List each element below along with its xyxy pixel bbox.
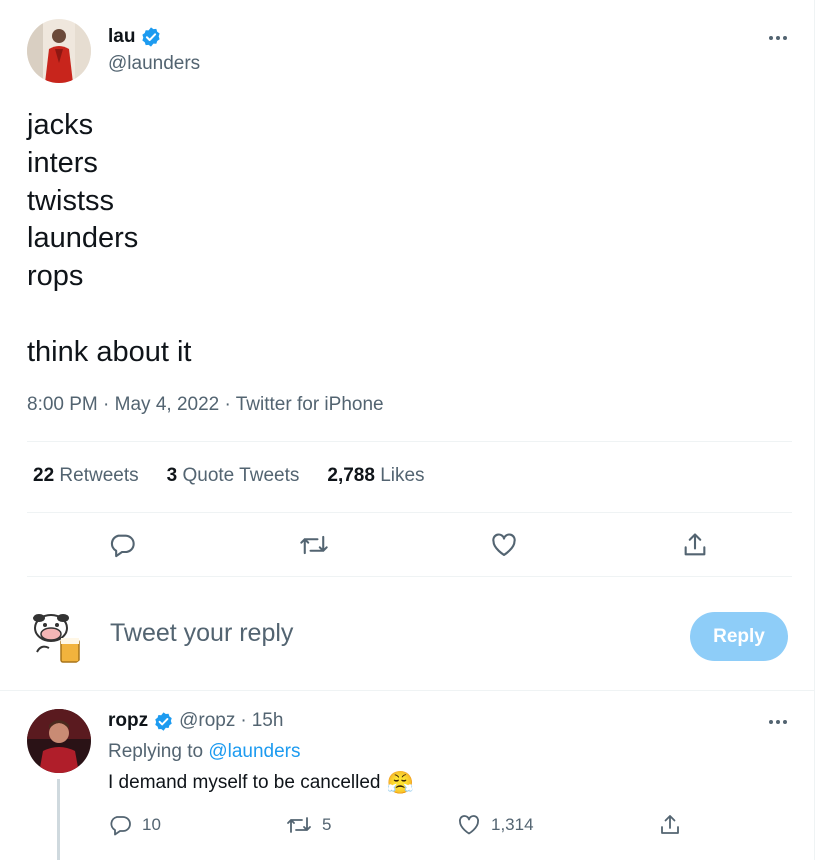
quote-tweets-stat[interactable]: 3 Quote Tweets <box>167 465 300 487</box>
divider <box>27 441 792 442</box>
reply-header: ropz @ropz · 15h <box>108 710 283 732</box>
author-avatar[interactable] <box>27 19 91 83</box>
like-icon <box>458 815 480 835</box>
verified-badge-icon <box>142 27 161 47</box>
tweet-detail-panel: lau @launders jacks inters twistss laund… <box>0 0 815 860</box>
more-icon[interactable] <box>766 718 790 726</box>
reply-author-name[interactable]: ropz <box>108 710 148 732</box>
share-icon <box>684 533 706 556</box>
like-action[interactable] <box>489 530 519 560</box>
divider <box>27 512 792 513</box>
current-user-avatar[interactable] <box>27 604 91 668</box>
retweets-stat[interactable]: 22 Retweets <box>33 465 139 487</box>
tweet-stats: 22 Retweets 3 Quote Tweets 2,788 Likes <box>33 465 453 487</box>
reply-retweet-action[interactable]: 5 <box>286 813 331 837</box>
reply-author-handle[interactable]: @ropz <box>179 710 235 732</box>
likes-stat[interactable]: 2,788 Likes <box>327 465 424 487</box>
reply-input[interactable]: Tweet your reply <box>110 619 293 648</box>
author-handle[interactable]: @launders <box>108 53 200 75</box>
share-action[interactable] <box>680 530 710 560</box>
reply-timestamp[interactable]: 15h <box>252 710 284 732</box>
reply-button[interactable]: Reply <box>690 612 788 661</box>
divider <box>0 690 815 691</box>
more-icon[interactable] <box>766 34 790 42</box>
like-icon <box>492 533 516 556</box>
author-name-text[interactable]: lau <box>108 26 135 48</box>
retweet-count: 5 <box>322 815 332 834</box>
reply-icon <box>110 534 135 558</box>
like-count: 1,314 <box>491 815 534 834</box>
reply-share-action[interactable] <box>658 813 682 837</box>
replying-to-link[interactable]: @launders <box>208 741 300 762</box>
reply-reply-action[interactable]: 10 <box>108 813 161 837</box>
divider <box>27 576 792 577</box>
reply-like-action[interactable]: 1,314 <box>457 813 534 837</box>
tweet-meta: 8:00 PM · May 4, 2022 · Twitter for iPho… <box>27 394 384 415</box>
reply-action[interactable] <box>107 530 137 560</box>
replying-to: Replying to @launders <box>108 741 301 763</box>
reply-count: 10 <box>142 815 161 834</box>
reply-text-body: I demand myself to be cancelled <box>108 772 381 793</box>
replying-to-label: Replying to <box>108 741 204 762</box>
reply-author-avatar[interactable] <box>27 709 91 773</box>
retweet-action[interactable] <box>299 530 329 560</box>
triumph-face-emoji: 😤 <box>386 770 414 795</box>
verified-badge-icon <box>155 711 172 731</box>
reply-text: I demand myself to be cancelled 😤 <box>108 770 414 796</box>
retweet-icon <box>287 817 311 833</box>
tweet-text: jacks inters twistss launders rops think… <box>27 109 192 368</box>
thread-line <box>57 779 60 860</box>
reply-icon <box>110 816 131 836</box>
retweet-icon <box>300 535 328 555</box>
author-name[interactable]: lau <box>108 26 162 48</box>
share-icon <box>661 815 679 834</box>
separator-dot: · <box>240 710 247 731</box>
